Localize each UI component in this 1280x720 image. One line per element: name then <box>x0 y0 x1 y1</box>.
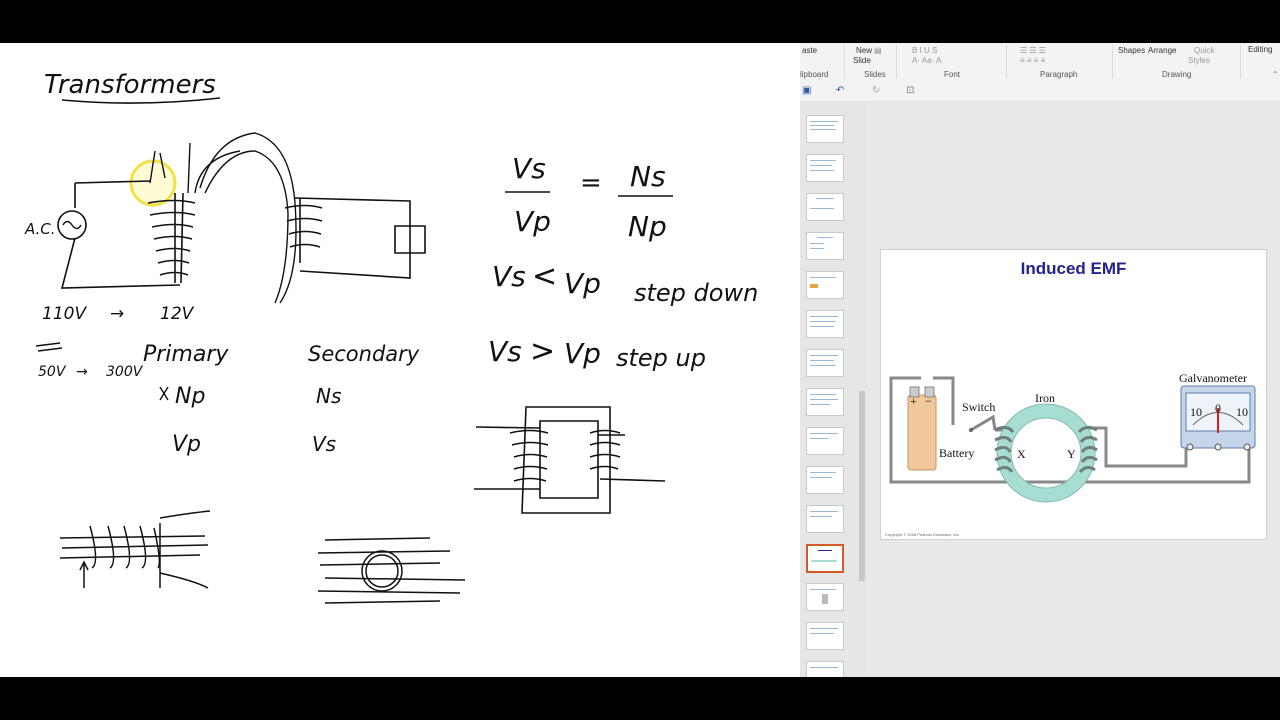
presenter-view-icon[interactable]: ⊡ <box>906 85 914 96</box>
voltage-2-out: 300V <box>106 364 144 380</box>
rel-2-right: Vp <box>564 337 601 370</box>
flux-lines <box>149 132 297 304</box>
slide-thumbnail-14[interactable] <box>806 622 844 650</box>
font-size-tools-icon[interactable]: A· Aa· A <box>912 56 941 66</box>
group-font: Font <box>944 70 961 79</box>
paragraph-list-icon[interactable]: ☰ ☰ ☰ <box>1020 46 1046 56</box>
battery-minus-label: − <box>925 394 932 408</box>
collapse-ribbon-icon[interactable]: ⌃ <box>1272 70 1279 80</box>
new-slide-button-line2[interactable]: Slide <box>853 56 871 66</box>
powerpoint-window: aste New Slide ▤ B I U S A· Aa· A ☰ ☰ ☰ … <box>800 43 1280 677</box>
ns-label: Ns <box>316 384 341 408</box>
slide-thumbnail-5[interactable] <box>806 271 844 299</box>
quick-styles-button-line1[interactable]: Quick <box>1194 46 1214 56</box>
group-drawing: Drawing <box>1162 70 1192 79</box>
redo-icon[interactable]: ↻ <box>872 85 880 96</box>
vp-label: Vp <box>172 432 201 457</box>
galvanometer-scale-right: 10 <box>1236 405 1248 419</box>
font-tools-icon[interactable]: B I U S <box>912 46 937 56</box>
slide-thumbnail-3[interactable] <box>806 193 844 221</box>
group-paragraph: Paragraph <box>1040 70 1078 79</box>
quick-access-toolbar: ▣ ↶ ↻ ⊡ <box>800 83 1280 101</box>
group-clipboard: lipboard <box>800 70 829 79</box>
notes-title: Transformers <box>44 70 216 100</box>
slide-editing-canvas: Induced EMF + − Battery Switch Iron X Y … <box>867 101 1280 677</box>
battery-plus-label: + <box>910 394 917 408</box>
rel-1-right: Vp <box>564 267 601 300</box>
rel-2-label: step up <box>616 344 706 372</box>
coil-y-label: Y <box>1067 447 1076 461</box>
rel-2-op: > <box>530 334 555 369</box>
rel-1-label: step down <box>634 279 758 307</box>
loop-in-field-icon <box>317 537 466 604</box>
galvanometer-scale-zero: 0 <box>1215 401 1221 415</box>
slide-thumbnail-6[interactable] <box>806 310 844 338</box>
primary-label: Primary <box>143 342 229 367</box>
arrow-1: → <box>110 304 124 324</box>
solenoid-sketch-icon <box>59 510 211 589</box>
voltage-1-out: 12V <box>160 304 195 324</box>
slide-thumbnail-pane <box>800 101 858 677</box>
slide-thumbnail-15[interactable] <box>806 661 844 677</box>
transformer-core-icon <box>474 406 666 514</box>
undo-icon[interactable]: ↶ <box>836 85 844 96</box>
rel-1-op: < <box>532 259 557 294</box>
slide-thumbnail-4[interactable] <box>806 232 844 260</box>
slide-thumbnail-2[interactable] <box>806 154 844 182</box>
quick-styles-button-line2[interactable]: Styles <box>1188 56 1210 66</box>
secondary-label: Secondary <box>308 342 420 366</box>
slide-thumbnail-10[interactable] <box>806 466 844 494</box>
equation-equals: = <box>580 168 602 198</box>
paragraph-align-icon[interactable]: ≡ ≡ ≡ ≡ <box>1020 56 1045 66</box>
handwritten-notes: Transformers A.C. 110V → 12V 50V → 300V … <box>24 70 758 604</box>
rel-2-left: Vs <box>488 335 522 368</box>
iron-label: Iron <box>1035 391 1055 405</box>
slide-thumbnail-8[interactable] <box>806 388 844 416</box>
slide-thumbnail-9[interactable] <box>806 427 844 455</box>
group-slides: Slides <box>864 70 886 79</box>
equation-vp: Vp <box>514 205 551 238</box>
slide-thumbnail-7[interactable] <box>806 349 844 377</box>
slide-thumbnail-12-selected[interactable] <box>806 544 844 573</box>
slide-thumbnail-11[interactable] <box>806 505 844 533</box>
current-slide[interactable]: Induced EMF + − Battery Switch Iron X Y … <box>880 249 1267 540</box>
coil-x-label: X <box>1017 447 1026 461</box>
ac-label: A.C. <box>24 220 56 238</box>
canvas-scrollbar[interactable] <box>1274 101 1280 677</box>
slide-copyright: Copyright © 2008 Pearson Education, Inc. <box>885 532 960 537</box>
ribbon: aste New Slide ▤ B I U S A· Aa· A ☰ ☰ ☰ … <box>800 43 1280 84</box>
switch-label: Switch <box>962 400 995 414</box>
battery-label: Battery <box>939 446 974 460</box>
voltage-2-in: 50V <box>38 364 67 380</box>
thumbnail-scrollbar-thumb[interactable] <box>859 391 865 581</box>
arrange-button[interactable]: Arrange <box>1148 46 1176 56</box>
new-slide-button-line1[interactable]: New <box>856 46 872 56</box>
voltage-1-in: 110V <box>42 304 87 324</box>
whiteboard-canvas[interactable]: Transformers A.C. 110V → 12V 50V → 300V … <box>0 43 800 677</box>
primary-coil-icon <box>147 192 196 284</box>
arrow-2: → <box>76 364 88 380</box>
slide-thumbnail-13[interactable] <box>806 583 844 611</box>
switch-icon <box>969 428 973 432</box>
slide-thumbnail-1[interactable] <box>806 115 844 143</box>
save-icon[interactable]: ▣ <box>802 85 811 96</box>
editing-button[interactable]: Editing <box>1248 45 1272 55</box>
layout-icon[interactable]: ▤ <box>874 46 882 56</box>
equation-np: Np <box>628 210 667 243</box>
np-label: Np <box>175 384 205 409</box>
rel-1-left: Vs <box>492 260 526 293</box>
paste-button[interactable]: aste <box>802 46 817 56</box>
secondary-coil-icon <box>284 198 323 263</box>
equation-ns: Ns <box>630 160 666 193</box>
thumbnail-scrollbar[interactable] <box>858 101 867 677</box>
galvanometer-label: Galvanometer <box>1179 371 1247 385</box>
shapes-button[interactable]: Shapes <box>1118 46 1145 56</box>
induced-emf-diagram: + − Battery Switch Iron X Y Galvanometer… <box>889 371 1256 503</box>
vs-label: Vs <box>312 432 336 456</box>
equation-vs: Vs <box>512 152 546 185</box>
galvanometer-scale-left: 10 <box>1190 405 1202 419</box>
